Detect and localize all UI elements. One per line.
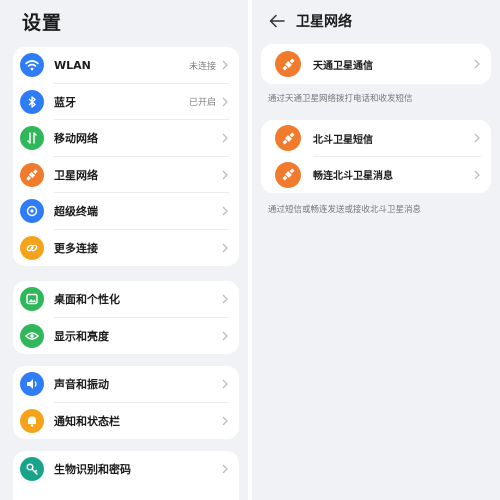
settings-item-label: 卫星网络: [54, 168, 98, 182]
wifi-icon: [20, 53, 44, 78]
tiantong-card: 天通卫星通信: [261, 44, 491, 84]
header: 卫星网络: [266, 10, 352, 32]
chevron-right-icon: [221, 379, 229, 389]
chevron-right-icon: [473, 133, 481, 143]
link-icon: [20, 235, 44, 260]
bell-icon: [20, 408, 44, 433]
settings-item-label: 通知和状态栏: [54, 414, 120, 428]
page-title: 设置: [22, 12, 63, 34]
bluetooth-status: 已开启: [188, 98, 216, 109]
beidou-message-item[interactable]: 畅连北斗卫星消息: [261, 157, 491, 194]
chevron-right-icon: [221, 294, 229, 304]
super-device-icon: [20, 199, 44, 224]
bluetooth-icon: [20, 89, 44, 114]
satellite-icon: [20, 162, 44, 187]
settings-item-super-device[interactable]: 超级终端: [13, 193, 239, 230]
settings-item-desktop[interactable]: 桌面和个性化: [13, 281, 239, 318]
chevron-right-icon: [221, 416, 229, 426]
desktop-icon: [20, 287, 44, 312]
security-card: 生物识别和密码: [13, 451, 239, 500]
settings-item-wlan[interactable]: WLAN 未连接: [13, 47, 239, 84]
settings-item-label: 蓝牙: [54, 95, 76, 109]
speaker-icon: [20, 372, 44, 397]
settings-item-notifications[interactable]: 通知和状态栏: [13, 403, 239, 440]
tiantong-satellite-item[interactable]: 天通卫星通信: [261, 44, 491, 84]
wlan-status: 未连接: [188, 61, 216, 72]
eye-icon: [20, 323, 44, 348]
chevron-right-icon: [221, 243, 229, 253]
chevron-right-icon: [221, 60, 229, 70]
page-title: 卫星网络: [296, 14, 352, 30]
settings-item-biometrics[interactable]: 生物识别和密码: [13, 451, 239, 488]
settings-item-display[interactable]: 显示和亮度: [13, 318, 239, 355]
satellite-icon: [275, 51, 301, 77]
tiantong-label: 天通卫星通信: [313, 60, 373, 72]
sound-card: 声音和振动 通知和状态栏: [13, 366, 239, 439]
chevron-right-icon: [221, 206, 229, 216]
settings-item-mobile-network[interactable]: 移动网络: [13, 120, 239, 157]
settings-item-bluetooth[interactable]: 蓝牙 已开启: [13, 84, 239, 121]
beidou-sms-item[interactable]: 北斗卫星短信: [261, 120, 491, 157]
settings-panel: 设置 WLAN 未连接 蓝牙 已开启 移动网络 卫星网络 超级终端 更多连接 桌…: [0, 0, 248, 500]
settings-item-label: 更多连接: [54, 241, 98, 255]
chevron-right-icon: [473, 170, 481, 180]
chevron-right-icon: [221, 133, 229, 143]
satellite-panel: 卫星网络 天通卫星通信 通过天通卫星网络拨打电话和收发短信 北斗卫星短信 畅连北…: [252, 0, 500, 500]
settings-item-sound[interactable]: 声音和振动: [13, 366, 239, 403]
back-arrow-icon[interactable]: [266, 10, 288, 32]
display-card: 桌面和个性化 显示和亮度: [13, 281, 239, 354]
satellite-icon: [275, 125, 301, 152]
chevron-right-icon: [473, 59, 481, 69]
key-icon: [20, 457, 44, 482]
satellite-icon: [275, 161, 301, 188]
settings-item-label: 声音和振动: [54, 378, 109, 392]
chevron-right-icon: [221, 331, 229, 341]
beidou-card: 北斗卫星短信 畅连北斗卫星消息: [261, 120, 491, 193]
settings-item-satellite-network[interactable]: 卫星网络: [13, 157, 239, 194]
settings-item-label: 显示和亮度: [54, 329, 109, 343]
connectivity-card: WLAN 未连接 蓝牙 已开启 移动网络 卫星网络 超级终端 更多连接: [13, 47, 239, 266]
beidou-sms-label: 北斗卫星短信: [313, 134, 373, 146]
chevron-right-icon: [221, 464, 229, 474]
settings-item-more-connections[interactable]: 更多连接: [13, 230, 239, 267]
settings-item-label: 桌面和个性化: [54, 293, 120, 307]
chevron-right-icon: [221, 97, 229, 107]
mobile-network-icon: [20, 126, 44, 151]
beidou-message-label: 畅连北斗卫星消息: [313, 171, 393, 183]
beidou-note: 通过短信或畅连发送或接收北斗卫星消息: [268, 205, 422, 215]
settings-item-label: 超级终端: [54, 205, 98, 219]
settings-item-label: 移动网络: [54, 132, 98, 146]
tiantong-note: 通过天通卫星网络拨打电话和收发短信: [268, 94, 413, 104]
chevron-right-icon: [221, 170, 229, 180]
settings-item-label: WLAN: [54, 58, 91, 72]
settings-item-label: 生物识别和密码: [54, 463, 131, 477]
